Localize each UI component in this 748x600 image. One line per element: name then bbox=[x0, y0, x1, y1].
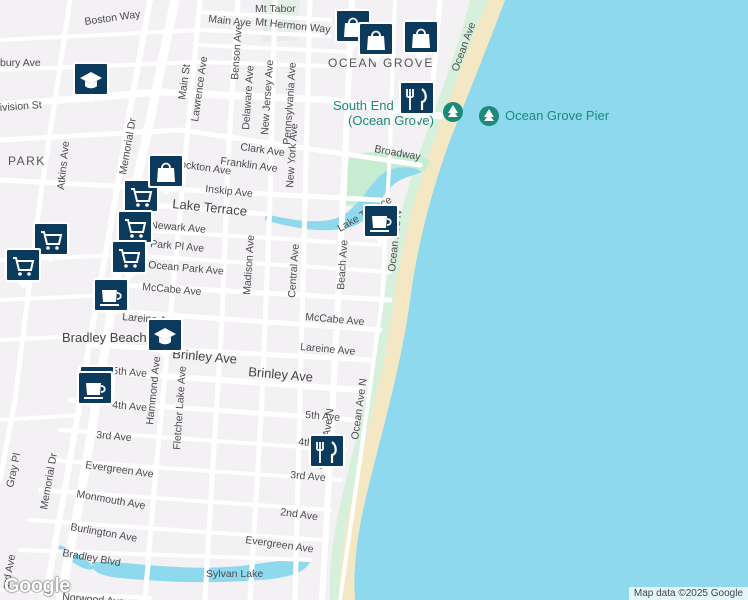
poi-label-south-end: South End bbox=[333, 98, 394, 113]
map-canvas[interactable]: OCEAN GROVE PARK Bradley Beach South End… bbox=[0, 0, 748, 600]
area-label-park: PARK bbox=[8, 154, 46, 168]
map-attribution[interactable]: Map data ©2025 Google bbox=[628, 587, 748, 600]
street-label: Sylvan Lake bbox=[206, 568, 263, 580]
poi-label-ocean-grove-pier: Ocean Grove Pier bbox=[505, 108, 610, 123]
street-label: bury Ave bbox=[0, 57, 41, 69]
street-label: Mt Tabor bbox=[255, 3, 296, 15]
tree-icon[interactable] bbox=[479, 106, 499, 126]
tree-icon[interactable] bbox=[443, 102, 463, 122]
place-label-bradley-beach: Bradley Beach bbox=[62, 330, 147, 345]
google-logo: Google bbox=[4, 575, 70, 597]
area-label-ocean-grove: OCEAN GROVE bbox=[328, 56, 434, 70]
